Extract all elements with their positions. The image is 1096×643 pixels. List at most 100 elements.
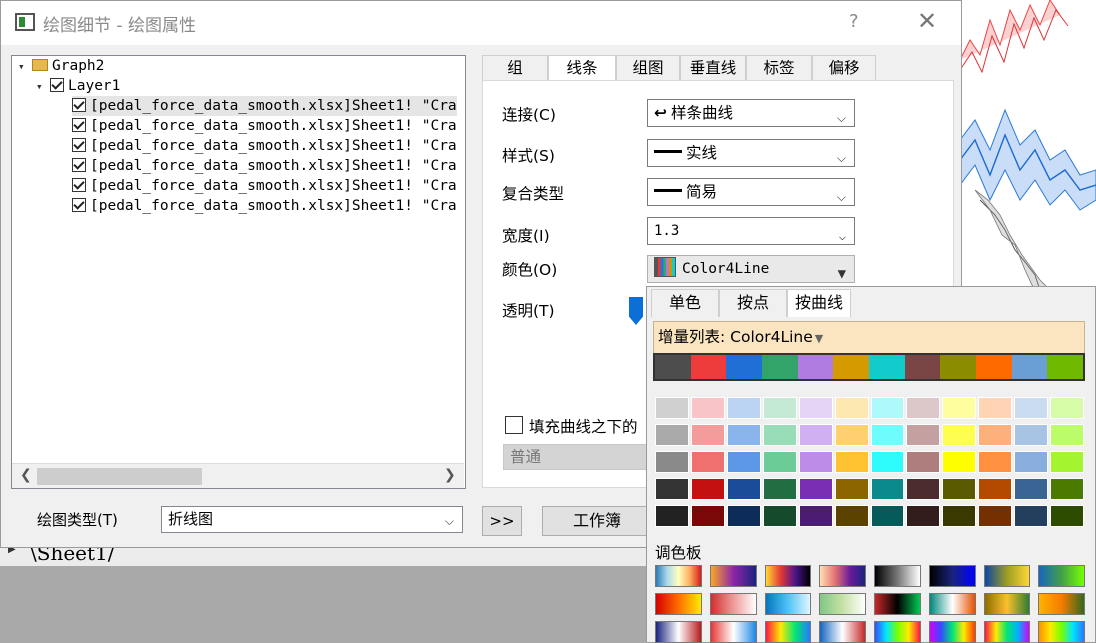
palette-swatch[interactable] bbox=[874, 621, 921, 643]
shade-color-swatch[interactable] bbox=[978, 424, 1013, 446]
shade-color-swatch[interactable] bbox=[1014, 505, 1049, 527]
tab-drop-lines[interactable]: 垂直线 bbox=[680, 55, 746, 81]
tab-by-points[interactable]: 按点 bbox=[719, 289, 787, 317]
fill-mode-select[interactable]: 普通 bbox=[503, 444, 648, 470]
shade-color-swatch[interactable] bbox=[906, 505, 941, 527]
palette-swatch[interactable] bbox=[655, 621, 702, 643]
shade-color-swatch[interactable] bbox=[870, 478, 905, 500]
shade-color-swatch[interactable] bbox=[834, 397, 869, 419]
shade-row[interactable] bbox=[655, 397, 1085, 419]
collapse-icon[interactable]: ▾ bbox=[36, 77, 46, 97]
palette-swatch[interactable] bbox=[1038, 593, 1085, 615]
palette-swatch[interactable] bbox=[764, 621, 812, 643]
shade-color-swatch[interactable] bbox=[762, 397, 797, 419]
shade-color-swatch[interactable] bbox=[870, 424, 905, 446]
tree-node-plot[interactable]: [pedal_force_data_smooth.xlsx]Sheet1! "C… bbox=[72, 156, 457, 176]
shade-color-swatch[interactable] bbox=[906, 451, 941, 473]
palette-swatch[interactable] bbox=[928, 593, 976, 615]
palette-swatch[interactable] bbox=[819, 621, 866, 643]
increment-color-swatch[interactable] bbox=[940, 355, 977, 379]
increment-color-row[interactable] bbox=[653, 353, 1085, 381]
increment-color-swatch[interactable] bbox=[904, 355, 941, 379]
tree-node-layer[interactable]: ▾ Layer1 bbox=[36, 76, 120, 96]
shade-color-swatch[interactable] bbox=[655, 424, 689, 446]
tree-node-plot[interactable]: [pedal_force_data_smooth.xlsx]Sheet1! "C… bbox=[72, 136, 457, 156]
shade-row[interactable] bbox=[655, 424, 1085, 446]
collapse-icon[interactable]: ▾ bbox=[18, 57, 28, 77]
tab-labels[interactable]: 标签 bbox=[746, 55, 812, 81]
increment-color-swatch[interactable] bbox=[869, 355, 905, 379]
palette-swatch[interactable] bbox=[819, 565, 866, 587]
shade-color-swatch[interactable] bbox=[942, 451, 977, 473]
palette-swatch[interactable] bbox=[764, 593, 812, 615]
plot-checkbox[interactable] bbox=[72, 158, 86, 172]
shade-color-swatch[interactable] bbox=[870, 505, 905, 527]
shade-color-swatch[interactable] bbox=[978, 451, 1013, 473]
plot-checkbox[interactable] bbox=[72, 138, 86, 152]
help-button[interactable]: ? bbox=[849, 11, 859, 32]
shade-color-swatch[interactable] bbox=[1050, 505, 1085, 527]
shade-color-swatch[interactable] bbox=[870, 397, 905, 419]
increment-color-swatch[interactable] bbox=[1011, 355, 1048, 379]
palette-swatch[interactable] bbox=[874, 593, 921, 615]
plot-type-select[interactable]: 折线图 ⌵ bbox=[161, 506, 463, 533]
increment-color-swatch[interactable] bbox=[690, 355, 727, 379]
shade-color-swatch[interactable] bbox=[942, 424, 977, 446]
palette-swatch[interactable] bbox=[655, 565, 702, 587]
shade-color-swatch[interactable] bbox=[834, 451, 869, 473]
increment-color-swatch[interactable] bbox=[797, 355, 834, 379]
palette-swatch[interactable] bbox=[983, 621, 1031, 643]
tree-node-plot[interactable]: [pedal_force_data_smooth.xlsx]Sheet1! "C… bbox=[72, 176, 457, 196]
shade-row[interactable] bbox=[655, 451, 1085, 473]
shade-color-swatch[interactable] bbox=[726, 505, 761, 527]
shade-color-swatch[interactable] bbox=[1050, 478, 1085, 500]
tab-line[interactable]: 线条 bbox=[548, 55, 616, 82]
width-input[interactable]: 1.3 ⌵ bbox=[647, 217, 855, 245]
palette-swatch[interactable] bbox=[928, 621, 976, 643]
shade-color-swatch[interactable] bbox=[690, 451, 725, 473]
palette-swatch[interactable] bbox=[819, 593, 866, 615]
shade-color-swatch[interactable] bbox=[726, 478, 761, 500]
shade-color-swatch[interactable] bbox=[942, 505, 977, 527]
fill-under-curve-checkbox[interactable] bbox=[505, 416, 523, 434]
shade-color-swatch[interactable] bbox=[798, 478, 833, 500]
workbook-button[interactable]: 工作簿 bbox=[542, 506, 652, 536]
palette-swatch[interactable] bbox=[983, 565, 1031, 587]
shade-color-swatch[interactable] bbox=[978, 478, 1013, 500]
shade-color-swatch[interactable] bbox=[834, 478, 869, 500]
plot-checkbox[interactable] bbox=[72, 198, 86, 212]
shade-color-swatch[interactable] bbox=[798, 424, 833, 446]
increment-color-swatch[interactable] bbox=[976, 355, 1012, 379]
plot-checkbox[interactable] bbox=[72, 98, 86, 112]
shade-color-swatch[interactable] bbox=[762, 451, 797, 473]
scroll-right-icon[interactable]: ❯ bbox=[444, 467, 456, 483]
palette-swatch[interactable] bbox=[1038, 565, 1085, 587]
style-select[interactable]: 实线 ⌵ bbox=[647, 139, 855, 167]
shade-color-swatch[interactable] bbox=[906, 424, 941, 446]
connect-select[interactable]: ↩ 样条曲线 ⌵ bbox=[647, 99, 855, 127]
shade-row[interactable] bbox=[655, 478, 1085, 500]
shade-color-swatch[interactable] bbox=[726, 397, 761, 419]
shade-color-swatch[interactable] bbox=[655, 505, 689, 527]
shade-color-swatch[interactable] bbox=[762, 478, 797, 500]
shade-color-swatch[interactable] bbox=[906, 397, 941, 419]
plot-checkbox[interactable] bbox=[72, 178, 86, 192]
shade-color-swatch[interactable] bbox=[942, 397, 977, 419]
palette-swatch[interactable] bbox=[764, 565, 812, 587]
shade-color-swatch[interactable] bbox=[798, 451, 833, 473]
shade-color-swatch[interactable] bbox=[1014, 478, 1049, 500]
compound-type-select[interactable]: 简易 ⌵ bbox=[647, 178, 855, 206]
scrollbar-thumb[interactable] bbox=[37, 468, 202, 485]
shade-color-swatch[interactable] bbox=[798, 505, 833, 527]
tab-single-color[interactable]: 单色 bbox=[651, 289, 719, 317]
increment-color-swatch[interactable] bbox=[1047, 355, 1084, 379]
layer-checkbox[interactable] bbox=[50, 78, 64, 92]
scroll-left-icon[interactable]: ❮ bbox=[20, 467, 32, 483]
expand-button[interactable]: >> bbox=[482, 506, 522, 536]
shade-color-swatch[interactable] bbox=[690, 397, 725, 419]
palette-row[interactable] bbox=[655, 593, 1085, 615]
shade-color-swatch[interactable] bbox=[834, 424, 869, 446]
palette-swatch[interactable] bbox=[983, 593, 1031, 615]
shade-color-swatch[interactable] bbox=[690, 505, 725, 527]
close-button[interactable]: ✕ bbox=[917, 7, 937, 35]
